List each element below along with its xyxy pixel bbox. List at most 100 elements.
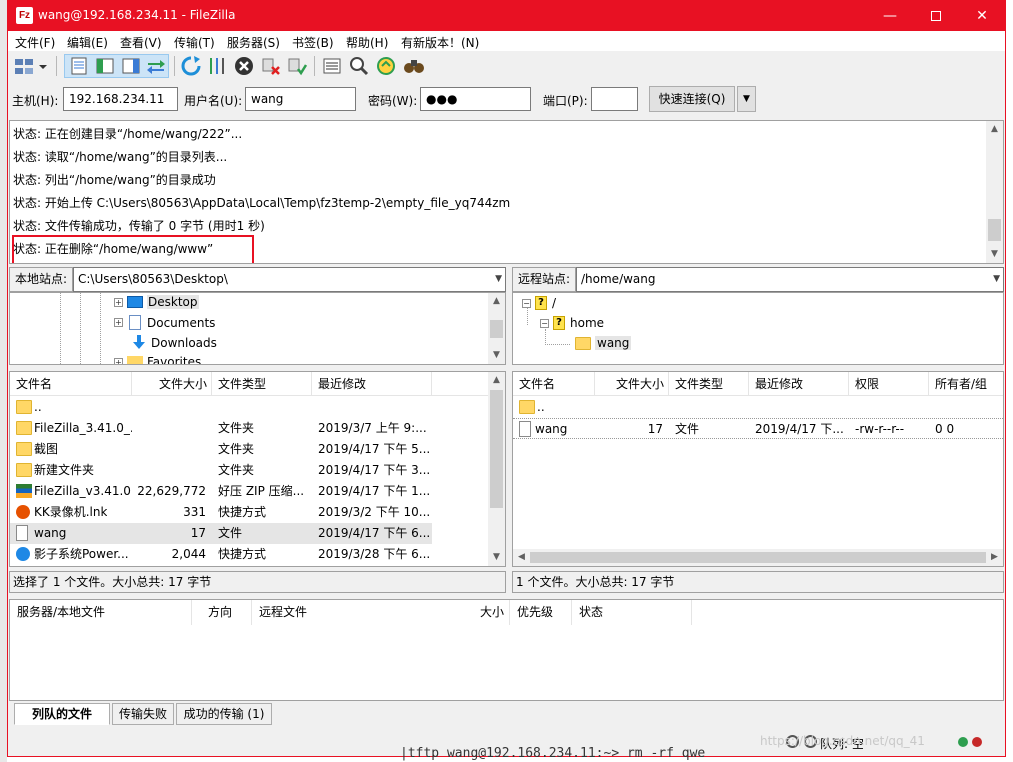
- menu-new-version[interactable]: 有新版本！(N): [401, 34, 479, 51]
- menu-file[interactable]: 文件(F): [15, 34, 55, 51]
- close-button[interactable]: ✕: [959, 1, 1005, 31]
- sync-browsing-icon[interactable]: [375, 55, 397, 77]
- collapse-icon[interactable]: −: [540, 318, 549, 328]
- port-input[interactable]: [591, 87, 638, 111]
- tree-item-documents[interactable]: + Documents: [114, 315, 215, 330]
- tree-item-root[interactable]: − ? /: [522, 296, 556, 310]
- search-icon[interactable]: [348, 55, 370, 77]
- column-owner[interactable]: 所有者/组: [929, 372, 1003, 396]
- local-path-input[interactable]: C:\Users\80563\Desktop\ ▼: [73, 267, 506, 292]
- remote-path-input[interactable]: /home/wang ▼: [576, 267, 1004, 292]
- scroll-down-icon[interactable]: ▼: [986, 246, 1003, 263]
- table-row-selected[interactable]: wang 17 文件 2019/4/17 下午 6...: [10, 523, 432, 544]
- reconnect-icon[interactable]: [286, 55, 308, 77]
- column-size[interactable]: 大小: [450, 600, 510, 625]
- local-directory-tree[interactable]: + Desktop + Documents Downloads + Favori…: [9, 292, 506, 365]
- chevron-down-icon[interactable]: ▼: [993, 268, 1000, 291]
- local-tree-scrollbar[interactable]: ▲ ▼: [488, 293, 505, 364]
- table-row[interactable]: 截图 文件夹 2019/4/17 下午 5...: [10, 439, 488, 460]
- collapse-icon[interactable]: −: [522, 298, 531, 308]
- scroll-thumb[interactable]: [490, 320, 503, 338]
- table-row[interactable]: FileZilla_v3.41.0... 22,629,772 好压 ZIP 压…: [10, 481, 488, 502]
- disconnect-icon[interactable]: [260, 55, 282, 77]
- table-row[interactable]: 影子系统Power... 2,044 快捷方式 2019/3/28 下午 6..…: [10, 544, 488, 565]
- site-manager-dropdown-icon[interactable]: [36, 55, 50, 77]
- tab-successful-transfers[interactable]: 成功的传输 (1): [176, 703, 272, 725]
- column-filesize[interactable]: 文件大小: [132, 372, 212, 396]
- expand-icon[interactable]: +: [114, 297, 123, 307]
- tab-failed-transfers[interactable]: 传输失败: [112, 703, 174, 725]
- table-row[interactable]: KK录像机.lnk 331 快捷方式 2019/3/2 下午 10...: [10, 502, 488, 523]
- menu-view[interactable]: 查看(V): [120, 34, 162, 51]
- scroll-down-icon[interactable]: ▼: [488, 347, 505, 364]
- password-input[interactable]: ●●●: [420, 87, 531, 111]
- expand-icon[interactable]: +: [114, 318, 123, 327]
- scroll-up-icon[interactable]: ▲: [986, 121, 1003, 138]
- remote-file-list[interactable]: 文件名 文件大小 文件类型 最近修改 权限 所有者/组 .. wang 17 文…: [512, 371, 1004, 567]
- column-server-local-file[interactable]: 服务器/本地文件: [10, 600, 192, 625]
- toggle-message-log-icon[interactable]: [68, 55, 90, 77]
- log-scrollbar[interactable]: ▲ ▼: [986, 121, 1003, 263]
- toggle-local-tree-icon[interactable]: [94, 55, 116, 77]
- quickconnect-history-dropdown[interactable]: ▼: [737, 86, 756, 112]
- scroll-thumb[interactable]: [988, 219, 1001, 241]
- site-manager-icon[interactable]: [13, 55, 35, 77]
- column-filetype[interactable]: 文件类型: [669, 372, 749, 396]
- scroll-left-icon[interactable]: ◀: [513, 549, 530, 566]
- tree-item-downloads[interactable]: Downloads: [114, 335, 217, 350]
- toggle-transfer-queue-icon[interactable]: [145, 55, 167, 77]
- title-bar[interactable]: Fz wang@192.168.234.11 - FileZilla — ✕: [8, 1, 1005, 31]
- table-row[interactable]: ..: [10, 397, 488, 418]
- transfer-queue[interactable]: 服务器/本地文件 方向 远程文件 大小 优先级 状态: [9, 599, 1004, 701]
- column-priority[interactable]: 优先级: [510, 600, 572, 625]
- local-site-label: 本地站点:: [9, 267, 73, 292]
- minimize-button[interactable]: —: [867, 1, 913, 31]
- column-filesize[interactable]: 文件大小: [595, 372, 669, 396]
- menu-help[interactable]: 帮助(H): [346, 34, 388, 51]
- column-filetype[interactable]: 文件类型: [212, 372, 312, 396]
- local-file-list[interactable]: 文件名 文件大小 文件类型 最近修改 .. FileZilla_3.41.0_.…: [9, 371, 506, 567]
- column-modified[interactable]: 最近修改: [749, 372, 849, 396]
- scroll-thumb[interactable]: [530, 552, 986, 563]
- column-modified[interactable]: 最近修改: [312, 372, 432, 396]
- remote-list-hscrollbar[interactable]: ◀ ▶: [513, 549, 1003, 566]
- menu-server[interactable]: 服务器(S): [227, 34, 280, 51]
- column-direction[interactable]: 方向: [192, 600, 252, 625]
- find-files-binoculars-icon[interactable]: [403, 55, 425, 77]
- remote-directory-tree[interactable]: − ? / − ? home wang: [512, 292, 1004, 365]
- quickconnect-button[interactable]: 快速连接(Q): [649, 86, 735, 112]
- table-row[interactable]: ..: [513, 397, 1003, 418]
- scroll-thumb[interactable]: [490, 390, 503, 508]
- column-permissions[interactable]: 权限: [849, 372, 929, 396]
- message-log[interactable]: 状态: 正在创建目录“/home/wang/222”... 状态: 读取“/ho…: [9, 120, 1004, 264]
- tree-item-favorites[interactable]: + Favorites: [114, 355, 201, 364]
- username-input[interactable]: wang: [245, 87, 356, 111]
- table-row[interactable]: 新建文件夹 文件夹 2019/4/17 下午 3...: [10, 460, 488, 481]
- toggle-remote-tree-icon[interactable]: [120, 55, 142, 77]
- scroll-right-icon[interactable]: ▶: [986, 549, 1003, 566]
- menu-transfer[interactable]: 传输(T): [174, 34, 215, 51]
- cancel-operation-icon[interactable]: [233, 55, 255, 77]
- scroll-up-icon[interactable]: ▲: [488, 372, 505, 389]
- host-input[interactable]: 192.168.234.11: [63, 87, 178, 111]
- scroll-up-icon[interactable]: ▲: [488, 293, 505, 310]
- column-filename[interactable]: 文件名: [513, 372, 595, 396]
- menu-bookmarks[interactable]: 书签(B): [292, 34, 334, 51]
- table-row[interactable]: FileZilla_3.41.0_... 文件夹 2019/3/7 上午 9:.…: [10, 418, 488, 439]
- tab-queued-files[interactable]: 列队的文件: [14, 703, 110, 725]
- directory-filter-icon[interactable]: [321, 55, 343, 77]
- process-queue-icon[interactable]: [206, 55, 228, 77]
- tree-item-wang[interactable]: wang: [575, 336, 632, 350]
- chevron-down-icon[interactable]: ▼: [495, 268, 502, 291]
- table-row[interactable]: wang 17 文件 2019/4/17 下... -rw-r--r-- 0 0: [513, 418, 1003, 439]
- tree-item-desktop[interactable]: + Desktop: [114, 295, 199, 309]
- maximize-button[interactable]: [913, 1, 959, 31]
- scroll-down-icon[interactable]: ▼: [488, 549, 505, 566]
- refresh-icon[interactable]: [180, 55, 202, 77]
- column-status[interactable]: 状态: [572, 600, 692, 625]
- local-list-scrollbar[interactable]: ▲ ▼: [488, 372, 505, 566]
- tree-item-home[interactable]: − ? home: [540, 316, 604, 330]
- expand-icon[interactable]: +: [114, 357, 123, 364]
- column-filename[interactable]: 文件名: [10, 372, 132, 396]
- menu-edit[interactable]: 编辑(E): [67, 34, 108, 51]
